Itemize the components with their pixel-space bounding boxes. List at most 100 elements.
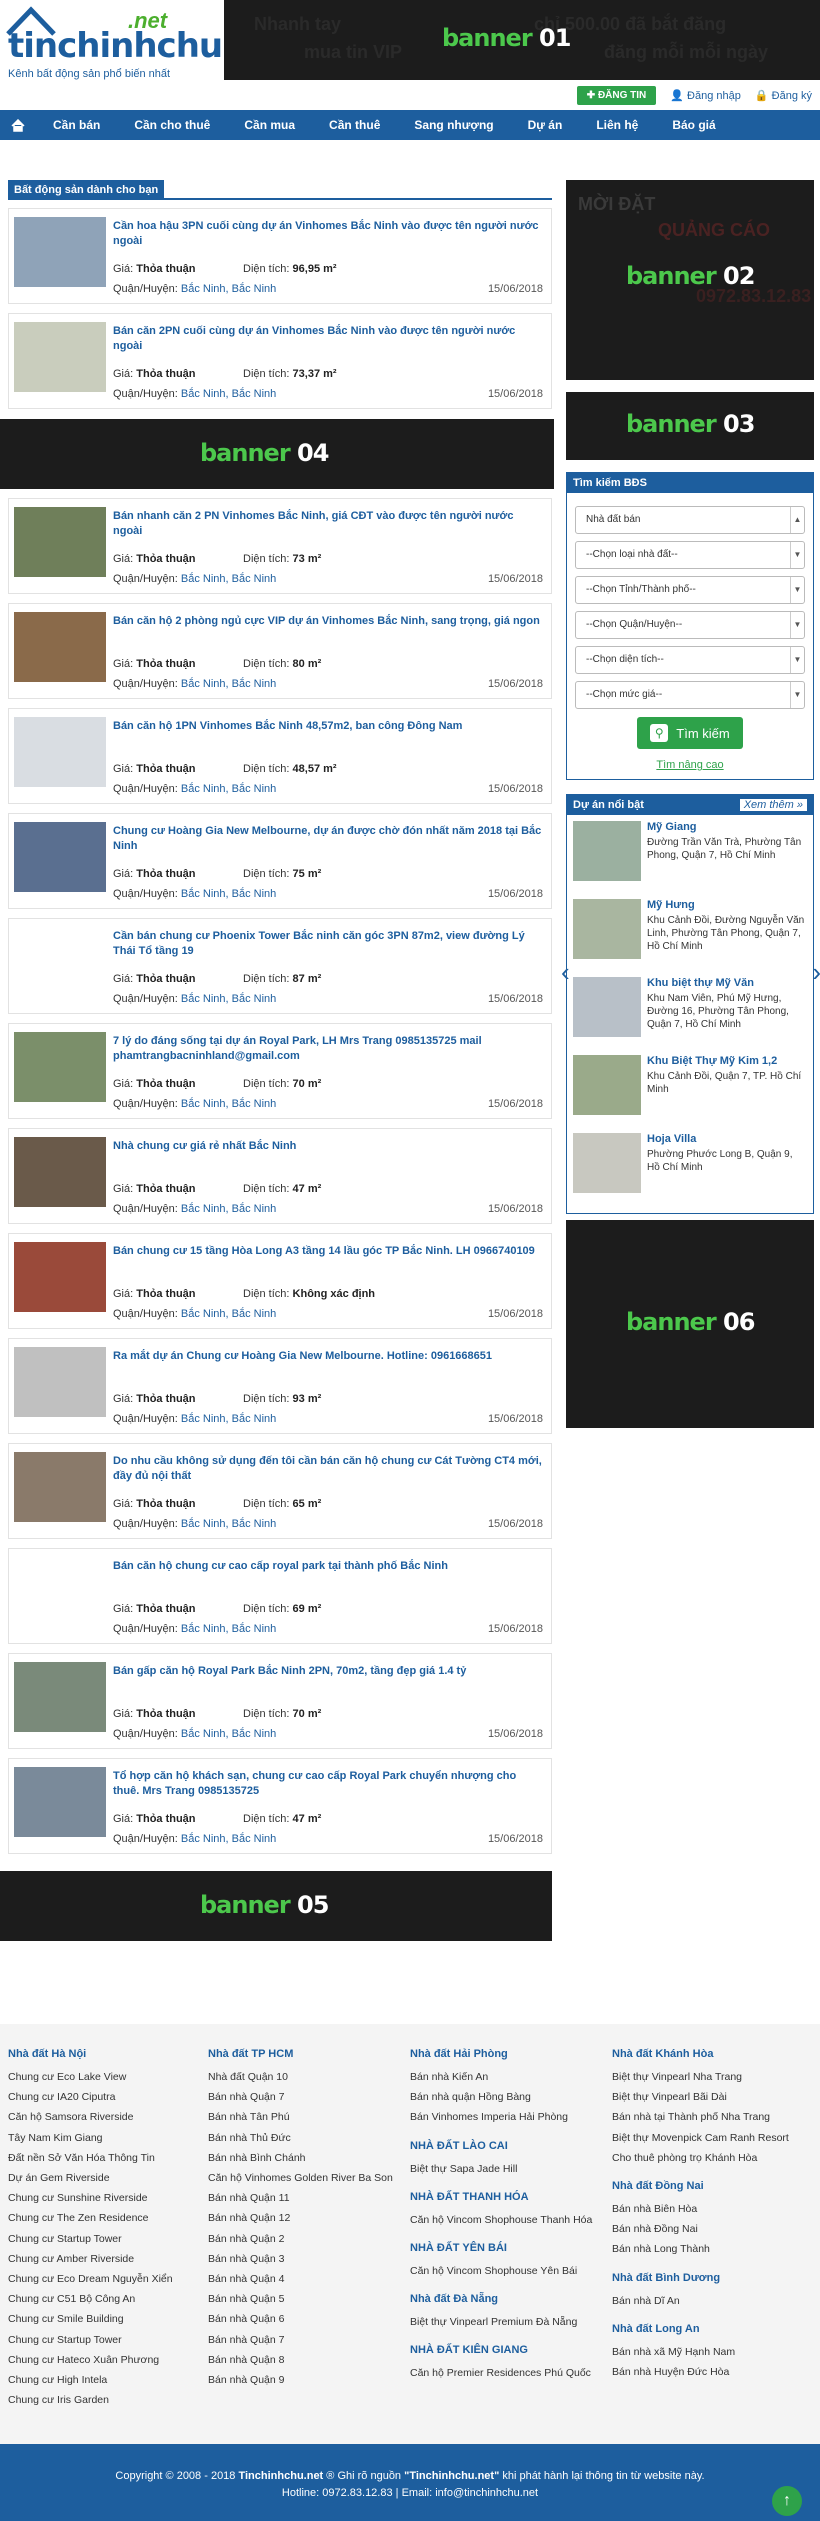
project-name[interactable]: Hoja Villa <box>647 1133 807 1146</box>
footer-link[interactable]: Dự án Gem Riverside <box>8 2168 208 2188</box>
nav-lien-he[interactable]: Liên hệ <box>579 110 655 140</box>
district-link[interactable]: Bắc Ninh, Bắc Ninh <box>181 283 276 295</box>
see-more-link[interactable]: Xem thêm » <box>739 799 807 811</box>
footer-link[interactable]: Chung cư Amber Riverside <box>8 2249 208 2269</box>
advanced-search-link[interactable]: Tìm nâng cao <box>567 759 813 771</box>
listing-item[interactable]: Do nhu cầu không sử dụng đến tôi cần bán… <box>8 1443 552 1539</box>
listing-item[interactable]: Tổ hợp căn hộ khách sạn, chung cư cao cấ… <box>8 1758 552 1854</box>
nav-can-ban[interactable]: Cần bán <box>36 110 117 140</box>
listing-thumbnail[interactable] <box>14 1032 106 1102</box>
footer-link[interactable]: Bán nhà Quận 8 <box>208 2350 408 2370</box>
footer-link[interactable]: Bán nhà Quận 4 <box>208 2269 408 2289</box>
district-link[interactable]: Bắc Ninh, Bắc Ninh <box>181 1728 276 1740</box>
listing-item[interactable]: Cần hoa hậu 3PN cuối cùng dự án Vinhomes… <box>8 208 552 304</box>
nav-can-thue[interactable]: Cần thuê <box>312 110 397 140</box>
search-button[interactable]: ⚲ Tìm kiếm <box>637 717 743 749</box>
footer-link[interactable]: Chung cư C51 Bộ Công An <box>8 2289 208 2309</box>
footer-link[interactable]: Căn hộ Vincom Shophouse Thanh Hóa <box>410 2210 610 2230</box>
footer-link[interactable]: Biệt thự Vinpearl Bãi Dài <box>612 2087 812 2107</box>
footer-link[interactable]: Biệt thự Vinpearl Premium Đà Nẵng <box>410 2312 610 2332</box>
district-link[interactable]: Bắc Ninh, Bắc Ninh <box>181 1623 276 1635</box>
listing-item[interactable]: Bán căn hộ 1PN Vinhomes Bắc Ninh 48,57m2… <box>8 708 552 804</box>
listing-thumbnail[interactable] <box>14 1452 106 1522</box>
footer-link[interactable]: Bán nhà Tân Phú <box>208 2107 408 2127</box>
select-province[interactable]: --Chọn Tỉnh/Thành phố-- ▼ <box>575 576 805 604</box>
footer-link[interactable]: Bán nhà Quận 9 <box>208 2370 408 2390</box>
select-area[interactable]: --Chọn diện tích-- ▼ <box>575 646 805 674</box>
select-district[interactable]: --Chọn Quận/Huyện-- ▼ <box>575 611 805 639</box>
footer-link[interactable]: Chung cư Startup Tower <box>8 2330 208 2350</box>
listing-item[interactable]: Bán gấp căn hộ Royal Park Bắc Ninh 2PN, … <box>8 1653 552 1749</box>
email-link[interactable]: info@tinchinhchu.net <box>435 2487 538 2499</box>
select-property-type[interactable]: --Chọn loại nhà đất-- ▼ <box>575 541 805 569</box>
listing-thumbnail[interactable] <box>14 717 106 787</box>
listing-thumbnail[interactable] <box>14 1137 106 1207</box>
listing-thumbnail[interactable] <box>14 1242 106 1312</box>
listing-title[interactable]: Bán căn hộ 2 phòng ngủ cực VIP dự án Vin… <box>113 614 543 629</box>
listing-item[interactable]: Bán nhanh căn 2 PN Vinhomes Bắc Ninh, gi… <box>8 498 552 594</box>
listing-item[interactable]: Bán chung cư 15 tầng Hòa Long A3 tầng 14… <box>8 1233 552 1329</box>
footer-link[interactable]: Bán nhà Long Thành <box>612 2239 812 2259</box>
footer-link[interactable]: Bán nhà Quận 5 <box>208 2289 408 2309</box>
district-link[interactable]: Bắc Ninh, Bắc Ninh <box>181 388 276 400</box>
select-category[interactable]: Nhà đất bán ▲ <box>575 506 805 534</box>
listing-title[interactable]: Nhà chung cư giá rẻ nhất Bắc Ninh <box>113 1139 543 1154</box>
footer-link[interactable]: Chung cư High Intela <box>8 2370 208 2390</box>
nav-du-an[interactable]: Dự án <box>511 110 580 140</box>
footer-link[interactable]: Chung cư IA20 Ciputra <box>8 2087 208 2107</box>
footer-link[interactable]: Bán nhà Bình Chánh <box>208 2148 408 2168</box>
listing-thumbnail[interactable] <box>14 822 106 892</box>
nav-can-mua[interactable]: Cần mua <box>227 110 312 140</box>
listing-thumbnail[interactable] <box>14 612 106 682</box>
footer-link[interactable]: Chung cư The Zen Residence <box>8 2208 208 2228</box>
footer-link[interactable]: Bán nhà Huyện Đức Hòa <box>612 2362 812 2382</box>
district-link[interactable]: Bắc Ninh, Bắc Ninh <box>181 888 276 900</box>
banner-05[interactable]: banner 05 <box>0 1871 552 1941</box>
banner-02[interactable]: MỜI ĐẶT QUẢNG CÁO 0972.83.12.83 banner 0… <box>566 180 814 380</box>
nav-sang-nhuong[interactable]: Sang nhượng <box>397 110 510 140</box>
project-name[interactable]: Khu biệt thự Mỹ Văn <box>647 977 807 990</box>
listing-item[interactable]: 7 lý do đáng sống tại dự án Royal Park, … <box>8 1023 552 1119</box>
listing-title[interactable]: Cần bán chung cư Phoenix Tower Bắc ninh … <box>113 929 543 959</box>
chevron-right-icon[interactable]: › <box>812 957 820 988</box>
listing-item[interactable]: Nhà chung cư giá rẻ nhất Bắc Ninh Giá: Th… <box>8 1128 552 1224</box>
footer-link[interactable]: Bán nhà xã Mỹ Hạnh Nam <box>612 2342 812 2362</box>
district-link[interactable]: Bắc Ninh, Bắc Ninh <box>181 1203 276 1215</box>
district-link[interactable]: Bắc Ninh, Bắc Ninh <box>181 1413 276 1425</box>
listing-title[interactable]: 7 lý do đáng sống tại dự án Royal Park, … <box>113 1034 543 1064</box>
footer-link[interactable]: Căn hộ Premier Residences Phú Quốc <box>410 2363 610 2383</box>
footer-link[interactable]: Bán nhà tại Thành phố Nha Trang <box>612 2107 812 2127</box>
site-logo[interactable]: .net tinchinhchu Kênh bất động sản phổ b… <box>6 6 223 86</box>
listing-thumbnail[interactable] <box>14 507 106 577</box>
listing-title[interactable]: Do nhu cầu không sử dụng đến tôi cần bán… <box>113 1454 543 1484</box>
footer-link[interactable]: Bán nhà Thủ Đức <box>208 2128 408 2148</box>
project-item[interactable]: Mỹ Giang Đường Trần Văn Trà, Phường Tân P… <box>573 821 807 893</box>
nav-can-cho-thue[interactable]: Cần cho thuê <box>117 110 227 140</box>
project-item[interactable]: Khu Biệt Thự Mỹ Kim 1,2 Khu Cảnh Đồi, Quậ… <box>573 1055 807 1127</box>
listing-thumbnail[interactable] <box>14 1662 106 1732</box>
project-item[interactable]: Khu biệt thự Mỹ Văn Khu Nam Viên, Phú Mỹ … <box>573 977 807 1049</box>
listing-title[interactable]: Cần hoa hậu 3PN cuối cùng dự án Vinhomes… <box>113 219 543 249</box>
listing-thumbnail[interactable] <box>14 322 106 392</box>
project-thumbnail[interactable] <box>573 899 641 959</box>
footer-link[interactable]: Bán nhà quận Hồng Bàng <box>410 2087 610 2107</box>
project-name[interactable]: Mỹ Hưng <box>647 899 807 912</box>
footer-link[interactable]: Bán nhà Quận 7 <box>208 2330 408 2350</box>
banner-06[interactable]: banner 06 <box>566 1220 814 1428</box>
project-name[interactable]: Mỹ Giang <box>647 821 807 834</box>
listing-title[interactable]: Bán căn 2PN cuối cùng dự án Vinhomes Bắc… <box>113 324 543 354</box>
footer-link[interactable]: Biệt thự Sapa Jade Hill <box>410 2159 610 2179</box>
home-icon[interactable] <box>0 110 36 140</box>
listing-thumbnail[interactable] <box>14 1557 106 1627</box>
login-link[interactable]: 👤 Đăng nhập <box>670 89 741 102</box>
footer-link[interactable]: Tây Nam Kim Giang <box>8 2128 208 2148</box>
listing-item[interactable]: Chung cư Hoàng Gia New Melbourne, dự án … <box>8 813 552 909</box>
listing-thumbnail[interactable] <box>14 1767 106 1837</box>
footer-link[interactable]: Căn hộ Vinhomes Golden River Ba Son <box>208 2168 408 2188</box>
listing-title[interactable]: Bán căn hộ 1PN Vinhomes Bắc Ninh 48,57m2… <box>113 719 543 734</box>
footer-link[interactable]: Chung cư Eco Dream Nguyễn Xiển <box>8 2269 208 2289</box>
project-item[interactable]: Hoja Villa Phường Phước Long B, Quận 9, H… <box>573 1133 807 1205</box>
register-link[interactable]: 🔒 Đăng ký <box>755 89 812 102</box>
chevron-left-icon[interactable]: ‹ <box>561 957 570 988</box>
footer-link[interactable]: Chung cư Startup Tower <box>8 2229 208 2249</box>
